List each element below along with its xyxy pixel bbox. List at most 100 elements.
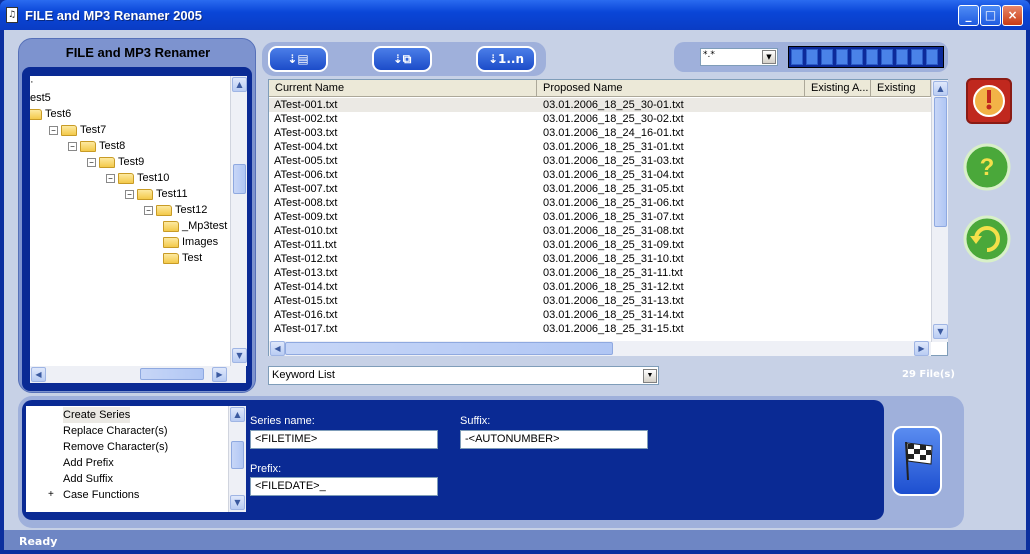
scroll-thumb[interactable] [934,97,947,227]
expand-icon[interactable]: + [48,487,54,503]
function-item[interactable]: Create Series [26,407,226,423]
progress-segment [851,49,863,65]
collapse-toggle[interactable]: − [49,125,58,135]
tree-vertical-scrollbar[interactable]: ▲ ▼ [230,76,247,366]
tree-item-label: est5 [30,92,51,104]
scroll-down-arrow-icon[interactable]: ▼ [933,324,948,339]
scroll-right-arrow-icon[interactable]: ▶ [914,341,929,356]
tree-item-label: Test8 [99,140,126,152]
table-row[interactable]: ATest-014.txt 03.01.2006_18_25_31-12.txt [269,280,931,294]
tree-item[interactable]: − Test8 [68,138,125,154]
column-header[interactable]: Current Name [269,80,537,97]
move-down-file-icon[interactable]: ⇣▤ [268,46,328,72]
prefix-input[interactable]: <FILEDATE>_ [250,477,438,496]
table-row[interactable]: ATest-017.txt 03.01.2006_18_25_31-15.txt [269,322,931,336]
scroll-thumb[interactable] [285,342,613,355]
file-filter-select[interactable]: *.* ▼ [700,48,778,66]
panel-title: FILE and MP3 Renamer [65,45,211,60]
collapse-toggle[interactable]: − [68,141,77,151]
rename-button[interactable] [892,426,942,496]
close-button[interactable]: × [1002,5,1023,26]
scroll-thumb[interactable] [140,368,204,380]
scroll-thumb[interactable] [231,441,244,469]
tree-item[interactable]: − Test7 [49,122,106,138]
stop-button[interactable] [966,78,1012,124]
tree-item-label: Test6 [45,108,72,120]
tree-item[interactable]: _Mp3test [163,218,227,234]
table-row[interactable]: ATest-016.txt 03.01.2006_18_25_31-14.txt [269,308,931,322]
function-item[interactable]: Replace Character(s) [26,423,226,439]
folder-icon [137,188,153,200]
collapse-toggle[interactable]: − [106,173,115,183]
table-row[interactable]: ATest-013.txt 03.01.2006_18_25_31-11.txt [269,266,931,280]
undo-button[interactable] [962,214,1011,263]
table-row[interactable]: ATest-005.txt 03.01.2006_18_25_31-03.txt [269,154,931,168]
series-name-input[interactable]: <FILETIME> [250,430,438,449]
keyword-list-select[interactable]: Keyword List ▼ [268,366,659,385]
proposed-name-cell: 03.01.2006_18_25_31-05.txt [543,183,684,195]
list-vertical-scrollbar[interactable]: ▲ ▼ [931,80,948,342]
function-item[interactable]: Add Prefix [26,455,226,471]
tree-horizontal-scrollbar[interactable]: ◀ ▶ [30,366,246,383]
tree-item[interactable]: Test6 [30,106,71,122]
table-row[interactable]: ATest-009.txt 03.01.2006_18_25_31-07.txt [269,210,931,224]
folder-icon [118,172,134,184]
tree-item[interactable]: − Test10 [106,170,169,186]
collapse-toggle[interactable]: − [144,205,153,215]
tree-item[interactable]: · [30,76,34,90]
tree-item[interactable]: Images [163,234,218,250]
table-row[interactable]: ATest-010.txt 03.01.2006_18_25_31-08.txt [269,224,931,238]
table-row[interactable]: ATest-015.txt 03.01.2006_18_25_31-13.txt [269,294,931,308]
table-row[interactable]: ATest-008.txt 03.01.2006_18_25_31-06.txt [269,196,931,210]
function-item[interactable]: Remove Character(s) [26,439,226,455]
folder-icon [30,108,42,120]
maximize-button[interactable]: □ [980,5,1001,26]
column-header[interactable]: Proposed Name [537,80,805,97]
scroll-up-arrow-icon[interactable]: ▲ [933,81,948,96]
collapse-toggle[interactable]: − [87,157,96,167]
table-row[interactable]: ATest-012.txt 03.01.2006_18_25_31-10.txt [269,252,931,266]
list-horizontal-scrollbar[interactable]: ◀ ▶ [269,341,931,356]
title-bar[interactable]: ♫ FILE and MP3 Renamer 2005 _ □ × [0,0,1030,30]
tree-item[interactable]: − Test9 [87,154,144,170]
function-list[interactable]: Create Series Replace Character(s) Remove … [26,406,246,512]
tree-item[interactable]: − Test12 [144,202,207,218]
scroll-up-arrow-icon[interactable]: ▲ [230,407,245,422]
minimize-button[interactable]: _ [958,5,979,26]
suffix-input[interactable]: -<AUTONUMBER> [460,430,648,449]
app-icon[interactable]: ♫ [6,7,18,23]
scroll-left-arrow-icon[interactable]: ◀ [270,341,285,356]
chevron-down-icon[interactable]: ▼ [643,369,657,383]
collapse-toggle[interactable]: − [125,189,134,199]
tree-item-label: · [30,76,34,88]
column-header[interactable]: Existing T... [871,80,931,111]
function-item[interactable]: + Case Functions [26,487,226,503]
tree-item[interactable]: − Test11 [125,186,188,202]
scroll-down-arrow-icon[interactable]: ▼ [232,348,247,363]
scroll-thumb[interactable] [233,164,246,194]
table-row[interactable]: ATest-004.txt 03.01.2006_18_25_31-01.txt [269,140,931,154]
table-row[interactable]: ATest-003.txt 03.01.2006_18_24_16-01.txt [269,126,931,140]
function-item[interactable]: Add Suffix [26,471,226,487]
scroll-left-arrow-icon[interactable]: ◀ [31,367,46,382]
file-list[interactable]: Current Name Proposed Name Existing A...… [268,79,948,356]
scroll-down-arrow-icon[interactable]: ▼ [230,495,245,510]
current-name-cell: ATest-017.txt [274,323,338,335]
scroll-up-arrow-icon[interactable]: ▲ [232,77,247,92]
table-row[interactable]: ATest-007.txt 03.01.2006_18_25_31-05.txt [269,182,931,196]
proposed-name-cell: 03.01.2006_18_25_30-02.txt [543,113,684,125]
help-button[interactable]: ? [962,142,1011,191]
table-row[interactable]: ATest-001.txt 03.01.2006_18_25_30-01.txt [269,98,931,112]
folder-tree[interactable]: · est5 Test6− Test7− Test8− Test9− Test10− Test… [30,76,246,366]
sort-down-icon[interactable]: ⇣1..n [476,46,536,72]
tree-item[interactable]: Test [163,250,202,266]
function-list-scrollbar[interactable]: ▲ ▼ [228,406,246,512]
chevron-down-icon[interactable]: ▼ [762,50,776,64]
table-row[interactable]: ATest-002.txt 03.01.2006_18_25_30-02.txt [269,112,931,126]
column-header[interactable]: Existing A... [805,80,871,97]
scroll-right-arrow-icon[interactable]: ▶ [212,367,227,382]
table-row[interactable]: ATest-006.txt 03.01.2006_18_25_31-04.txt [269,168,931,182]
move-down-files-icon[interactable]: ⇣⧉ [372,46,432,72]
table-row[interactable]: ATest-011.txt 03.01.2006_18_25_31-09.txt [269,238,931,252]
tree-item[interactable]: est5 [30,90,51,106]
